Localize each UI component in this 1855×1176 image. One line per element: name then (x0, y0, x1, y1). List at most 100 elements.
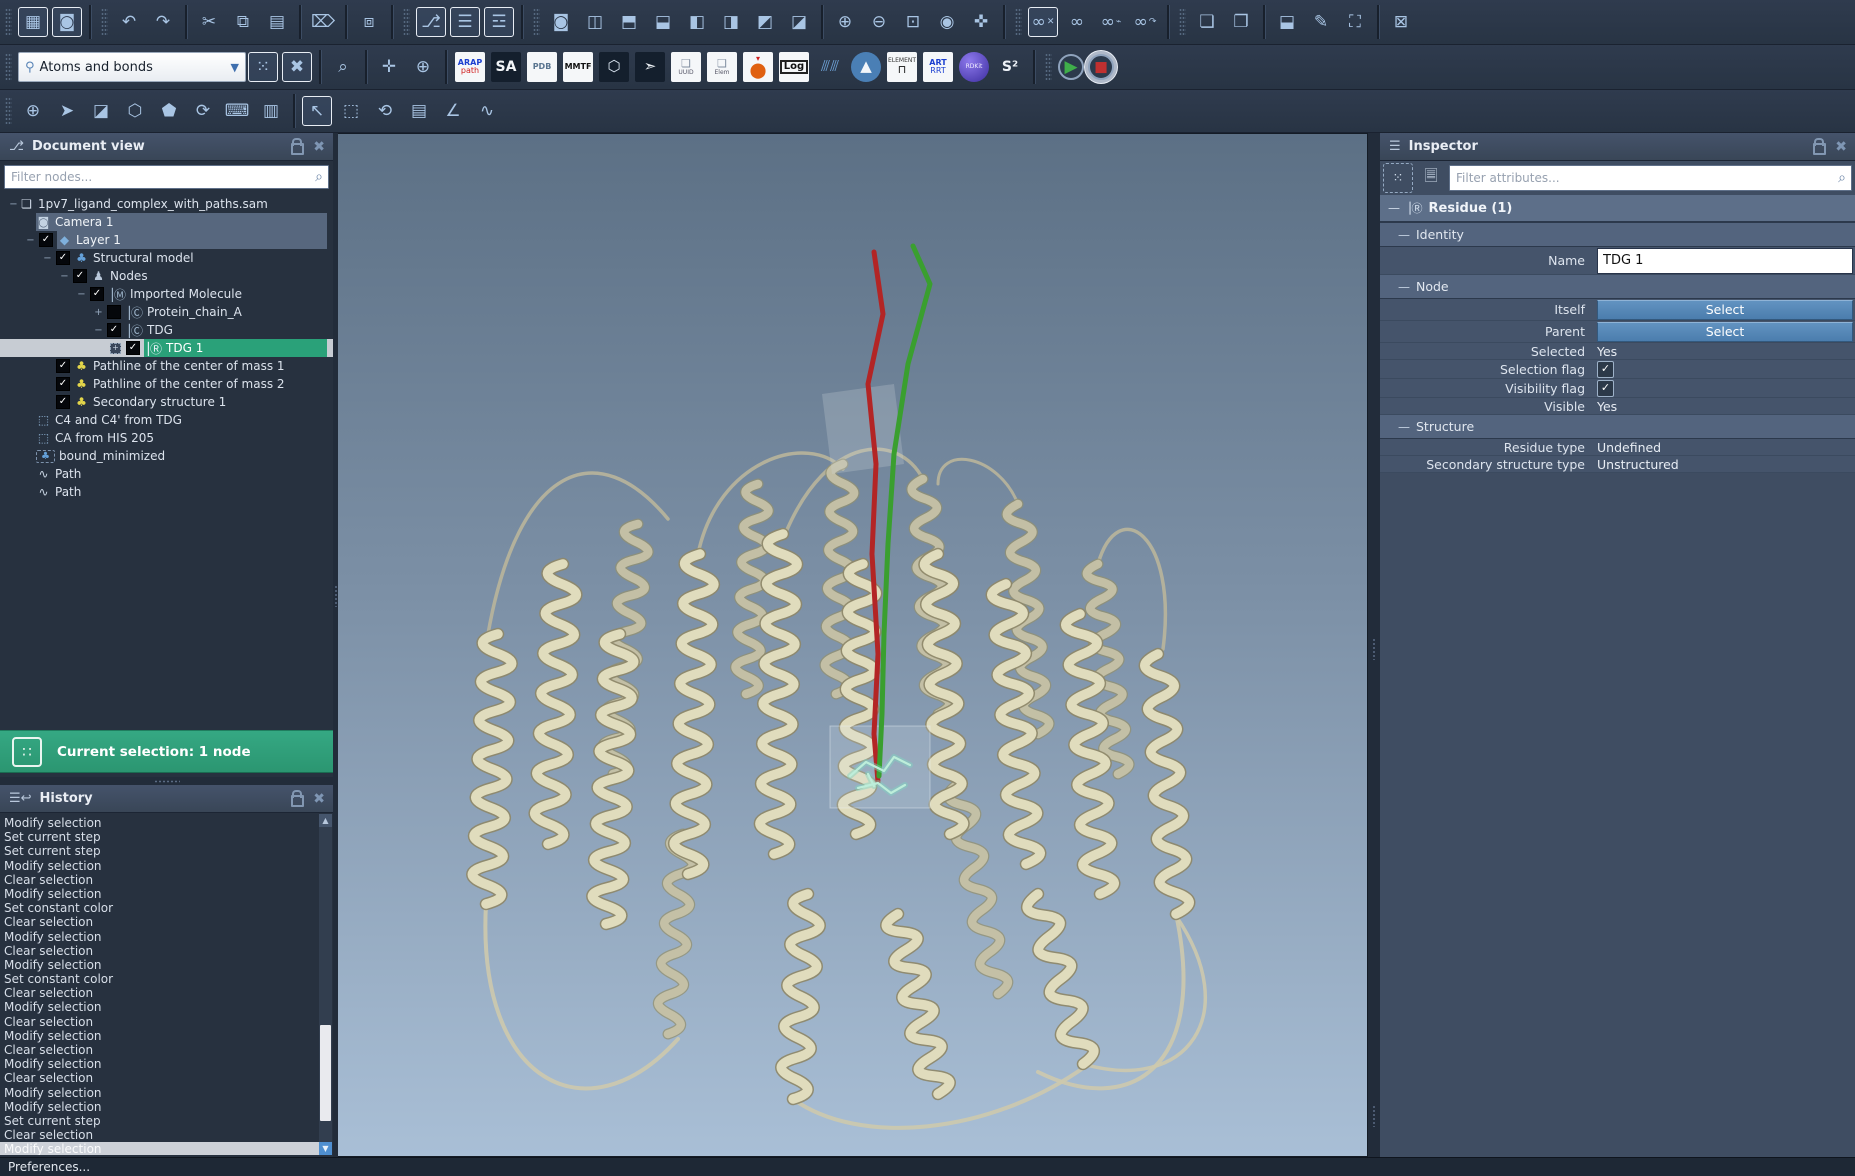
collapse-icon[interactable]: — (1398, 280, 1410, 294)
tree-node-secondary-structure-1[interactable]: ✓♣Secondary structure 1 (0, 393, 333, 411)
mmtf-extension-icon[interactable]: MMTF (563, 52, 593, 82)
element-document-icon[interactable]: ❏Elem (707, 52, 737, 82)
select-pointer-icon[interactable]: ↖ (302, 96, 332, 126)
visibility-checkbox[interactable]: ✓ (107, 323, 121, 337)
history-item[interactable]: Modify selection (0, 1100, 319, 1114)
uuid-document-icon[interactable]: ❏UUID (671, 52, 701, 82)
history-scrollbar[interactable]: ▲ ▼ (319, 814, 332, 1155)
document-view-toggle-icon[interactable]: ⎇ (416, 7, 446, 37)
art-rrt-extension-icon[interactable]: ARTRRT (923, 52, 953, 82)
tree-node-nodes[interactable]: −✓♟Nodes (0, 267, 333, 285)
history-item[interactable]: Set current step (0, 1114, 319, 1128)
toolbar-grip[interactable] (101, 8, 108, 36)
play-icon[interactable]: ▶ (1058, 54, 1084, 80)
tree-node-structural-model[interactable]: −✓♣Structural model (0, 249, 333, 267)
fullscreen-icon[interactable]: ✜ (966, 7, 996, 37)
visibility-checkbox[interactable]: ✓ (56, 359, 70, 373)
list-view-toggle-icon[interactable]: ☰ (450, 7, 480, 37)
save-as-icon[interactable]: ✎ (1306, 7, 1336, 37)
viewport-preset-icon[interactable]: ▦ (18, 7, 48, 37)
history-item[interactable]: Clear selection (0, 915, 319, 929)
toolbar-grip[interactable] (5, 53, 12, 81)
history-item[interactable]: Modify selection (0, 1057, 319, 1071)
deselect-icon[interactable]: ✖ (282, 52, 312, 82)
save-all-icon[interactable]: ⛶ (1340, 7, 1370, 37)
stereo-off-icon[interactable]: ∞✕ (1028, 7, 1058, 37)
expander-icon[interactable]: − (42, 253, 53, 264)
scrollbar-thumb[interactable] (320, 1025, 331, 1120)
add-solvent-icon[interactable]: ⊕ (408, 52, 438, 82)
residue-header[interactable]: — ⎥Ⓡ Residue (1) (1380, 195, 1855, 223)
fragment-honeycomb-icon[interactable]: ⬡ (120, 96, 150, 126)
visibility-checkbox[interactable]: ✓ (126, 341, 140, 355)
expander-icon[interactable]: − (93, 325, 104, 336)
history-item[interactable]: Clear selection (0, 873, 319, 887)
find-icon[interactable]: ⌕ (328, 52, 358, 82)
undo-icon[interactable]: ↶ (114, 7, 144, 37)
view-cube-iso-icon[interactable]: ◫ (580, 7, 610, 37)
history-item[interactable]: Modify selection (0, 1086, 319, 1100)
filter-nodes-input[interactable] (5, 169, 315, 185)
keyboard-shortcuts-icon[interactable]: ⌨ (222, 96, 252, 126)
mountain-extension-icon[interactable]: ▲ (851, 52, 881, 82)
history-item[interactable]: Modify selection (0, 1000, 319, 1014)
scroll-up-icon[interactable]: ▲ (319, 814, 332, 827)
section-structure[interactable]: —Structure (1380, 415, 1855, 439)
box-select-icon[interactable]: ⬚ (336, 96, 366, 126)
history-view-toggle-icon[interactable]: ☲ (484, 7, 514, 37)
selection-flag-checkbox[interactable]: ✓ (1597, 361, 1614, 378)
measure-angle-icon[interactable]: ∠ (438, 96, 468, 126)
measure-dihedral-icon[interactable]: ∿ (472, 96, 502, 126)
view-cube-right-icon[interactable]: ◨ (716, 7, 746, 37)
molecule-lattice-icon[interactable]: ⬡ (599, 52, 629, 82)
protein-ribbon[interactable] (1145, 654, 1189, 914)
inspect-document-icon[interactable]: 🗏 (1418, 165, 1444, 191)
add-atom-icon[interactable]: ⊕ (18, 96, 48, 126)
dock-splitter-right[interactable] (1368, 133, 1380, 1157)
history-item[interactable]: Modify selection (0, 859, 319, 873)
selection-filter-dropdown[interactable]: ⚲Atoms and bonds▼ (18, 52, 246, 82)
toolbar-grip[interactable] (5, 8, 12, 36)
stereo-rotate-icon[interactable]: ∞↷ (1130, 7, 1160, 37)
filter-attributes-input[interactable] (1450, 170, 1838, 186)
visibility-checkbox[interactable]: ✓ (73, 269, 87, 283)
copy-icon[interactable]: ⧉ (228, 7, 258, 37)
view-cube-left-icon[interactable]: ◧ (682, 7, 712, 37)
dock-close-icon[interactable]: ✖ (1835, 139, 1847, 155)
save-icon[interactable]: ⬓ (1272, 7, 1302, 37)
tree-node-ca-from-his-205[interactable]: ⬚CA from HIS 205 (0, 429, 333, 447)
collapse-icon[interactable]: — (1398, 228, 1410, 242)
toolbar-grip[interactable] (1045, 53, 1052, 81)
cut-icon[interactable]: ✂ (194, 7, 224, 37)
history-item[interactable]: Clear selection (0, 1015, 319, 1029)
tree-node-tdg[interactable]: −✓⎥ⒸTDG (0, 321, 333, 339)
visibility-checkbox[interactable]: ✓ (56, 395, 70, 409)
history-item[interactable]: Modify selection (0, 1142, 319, 1155)
open-document-icon[interactable]: ❐ (1226, 7, 1256, 37)
name-input[interactable] (1597, 248, 1853, 274)
history-item[interactable]: Set constant color (0, 972, 319, 986)
dock-lock-icon[interactable] (1813, 143, 1826, 155)
history-item[interactable]: Set constant color (0, 901, 319, 915)
pick-node-icon[interactable]: ⁙ (1383, 163, 1413, 193)
edit-pointer-icon[interactable]: ➤ (52, 96, 82, 126)
add-to-selection-icon[interactable]: ✛ (374, 52, 404, 82)
add-camera-icon[interactable]: ◙ (546, 7, 576, 37)
dock-close-icon[interactable]: ✖ (313, 139, 325, 155)
show-hide-icon[interactable]: ◉ (932, 7, 962, 37)
visibility-checkbox[interactable]: ✓ (39, 233, 53, 247)
eraser-icon[interactable]: ◪ (86, 96, 116, 126)
history-item[interactable]: Clear selection (0, 944, 319, 958)
tree-node-imported-molecule[interactable]: −✓⎥ⓂImported Molecule (0, 285, 333, 303)
zoom-in-icon[interactable]: ⊕ (830, 7, 860, 37)
toolbar-grip[interactable] (5, 97, 12, 125)
element-box-icon[interactable]: ELEMENT⊓ (887, 52, 917, 82)
visibility-checkbox[interactable] (107, 305, 121, 319)
pdb-extension-icon[interactable]: PDB (527, 52, 557, 82)
history-item[interactable]: Set current step (0, 830, 319, 844)
select-button[interactable]: Select (1597, 300, 1853, 320)
screenshot-save-icon[interactable]: ◙ (52, 7, 82, 37)
stereo-anaglyph-icon[interactable]: ∞ (1062, 7, 1092, 37)
dove-extension-icon[interactable]: ➣ (635, 52, 665, 82)
section-identity[interactable]: —Identity (1380, 223, 1855, 247)
